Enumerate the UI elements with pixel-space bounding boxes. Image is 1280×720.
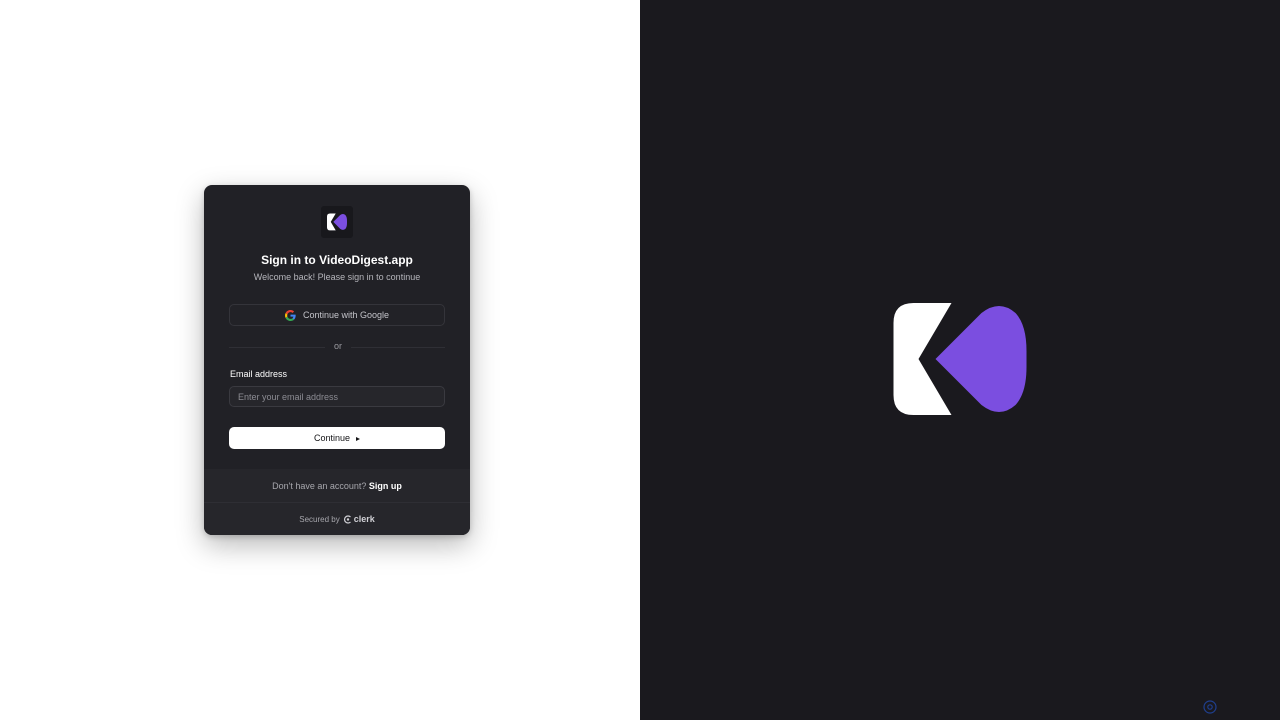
sign-up-link[interactable]: Sign up bbox=[369, 481, 402, 491]
continue-button-label: Continue bbox=[313, 433, 351, 443]
email-field[interactable] bbox=[229, 386, 445, 407]
settings-icon[interactable] bbox=[1203, 700, 1217, 714]
signup-prompt: Don't have an account? bbox=[272, 481, 367, 491]
secured-by-row: Secured by clerk bbox=[204, 514, 470, 524]
divider-right bbox=[351, 347, 445, 348]
divider-left bbox=[229, 347, 325, 348]
email-label: Email address bbox=[230, 369, 288, 379]
footer-divider bbox=[204, 502, 470, 503]
secured-by-text: Secured by bbox=[299, 514, 340, 524]
page-subtitle: Welcome back! Please sign in to continue bbox=[253, 272, 421, 282]
card-footer: Don't have an account? Sign up Secured b… bbox=[204, 469, 470, 535]
google-button-label: Continue with Google bbox=[302, 310, 390, 320]
clerk-brand-link[interactable]: clerk bbox=[343, 514, 375, 524]
clerk-logo-icon bbox=[343, 514, 351, 524]
google-icon bbox=[284, 309, 296, 321]
signup-prompt-row: Don't have an account? Sign up bbox=[204, 481, 470, 491]
continue-button[interactable]: Continue bbox=[229, 427, 445, 449]
sign-in-card: Sign in to VideoDigest.app Welcome back!… bbox=[204, 185, 470, 535]
page-title: Sign in to VideoDigest.app bbox=[261, 253, 413, 267]
clerk-brand-text: clerk bbox=[353, 514, 375, 524]
videodigest-logo-icon bbox=[327, 213, 347, 231]
videodigest-logo-icon bbox=[893, 303, 1027, 415]
divider-text: or bbox=[333, 341, 342, 351]
app-logo bbox=[321, 206, 353, 238]
left-panel: Sign in to VideoDigest.app Welcome back!… bbox=[0, 0, 640, 720]
play-arrow-icon bbox=[356, 436, 361, 441]
continue-with-google-button[interactable]: Continue with Google bbox=[229, 304, 445, 326]
